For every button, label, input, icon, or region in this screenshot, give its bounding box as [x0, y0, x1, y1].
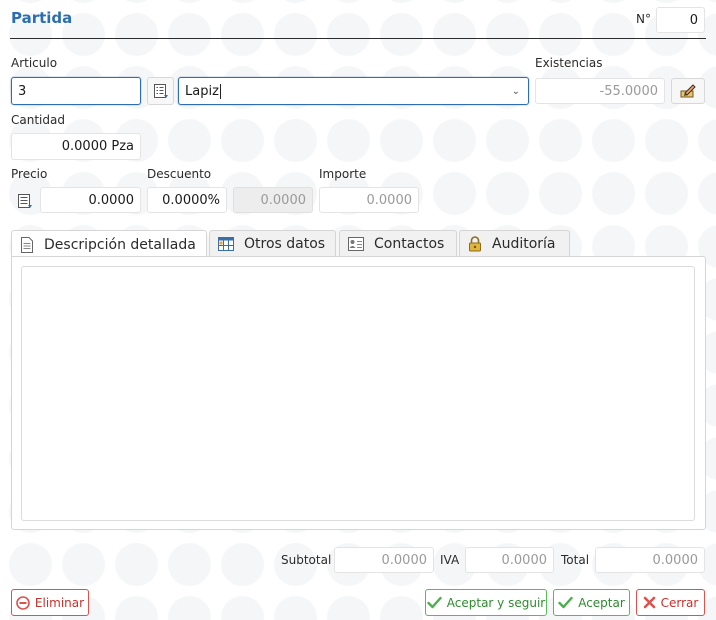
- tab-descripcion[interactable]: Descripción detallada: [11, 230, 207, 258]
- articulo-code-input[interactable]: 3: [11, 77, 141, 105]
- subtotal-field: 0.0000: [334, 547, 434, 573]
- existencias-label: Existencias: [535, 56, 603, 70]
- descuento-label: Descuento: [147, 167, 212, 181]
- total-label: Total: [561, 553, 590, 567]
- price-list-icon: [18, 194, 32, 208]
- descripcion-textarea[interactable]: [21, 266, 695, 521]
- iva-field: 0.0000: [465, 547, 554, 573]
- tab-label: Otros datos: [244, 236, 326, 252]
- importe-field: 0.0000: [319, 187, 419, 213]
- list-search-icon: [153, 84, 168, 98]
- tab-auditoria[interactable]: Auditoría: [459, 230, 570, 257]
- accept-continue-button[interactable]: Aceptar y seguir: [425, 589, 547, 616]
- delete-button[interactable]: Eliminar: [11, 589, 89, 616]
- accept-button[interactable]: Aceptar: [553, 589, 630, 616]
- numero-field[interactable]: 0: [656, 7, 705, 33]
- precio-label: Precio: [11, 167, 48, 181]
- descuento-percent-input[interactable]: 0.0000%: [147, 187, 227, 213]
- existencias-field: -55.0000: [535, 78, 665, 104]
- tab-contactos[interactable]: Contactos: [339, 230, 457, 257]
- tab-label: Descripción detallada: [44, 236, 196, 253]
- iva-label: IVA: [440, 553, 460, 567]
- chevron-down-icon: ⌄: [511, 85, 520, 97]
- articulo-name-value: Lapiz: [185, 83, 219, 99]
- tab-label: Contactos: [374, 236, 445, 252]
- cantidad-input[interactable]: 0.0000 Pza: [11, 133, 141, 160]
- articulo-search-button[interactable]: [147, 77, 174, 105]
- precio-list-button[interactable]: [15, 192, 35, 210]
- lock-icon: [469, 236, 481, 252]
- minus-circle-icon: [16, 595, 30, 610]
- precio-input[interactable]: 0.0000: [40, 187, 141, 213]
- checkmark-icon: [558, 596, 573, 609]
- window-title: Partida: [11, 9, 73, 27]
- total-field: 0.0000: [595, 547, 705, 573]
- inventory-pencil-icon: [680, 84, 696, 98]
- descuento-amount-field: 0.0000: [233, 187, 313, 213]
- close-button-label: Cerrar: [660, 595, 699, 610]
- checkmark-icon: [427, 596, 442, 609]
- cantidad-label: Cantidad: [11, 113, 65, 127]
- contact-card-icon: [348, 237, 364, 251]
- tab-otros-datos[interactable]: Otros datos: [209, 230, 336, 257]
- accept-continue-label: Aceptar y seguir: [446, 595, 546, 610]
- articulo-name-select[interactable]: Lapiz ⌄: [178, 77, 529, 105]
- tab-label: Auditoría: [492, 236, 556, 252]
- accept-button-label: Aceptar: [578, 595, 625, 610]
- subtotal-label: Subtotal: [281, 553, 332, 567]
- table-icon: [218, 237, 234, 251]
- existencias-detail-button[interactable]: [671, 78, 705, 104]
- header-divider: [10, 38, 706, 39]
- document-icon: [21, 236, 33, 253]
- delete-button-label: Eliminar: [34, 595, 85, 610]
- articulo-label: Articulo: [11, 56, 58, 70]
- importe-label: Importe: [319, 167, 367, 181]
- close-button[interactable]: Cerrar: [636, 589, 705, 616]
- numero-label: N°: [636, 12, 651, 26]
- close-x-icon: [643, 596, 655, 609]
